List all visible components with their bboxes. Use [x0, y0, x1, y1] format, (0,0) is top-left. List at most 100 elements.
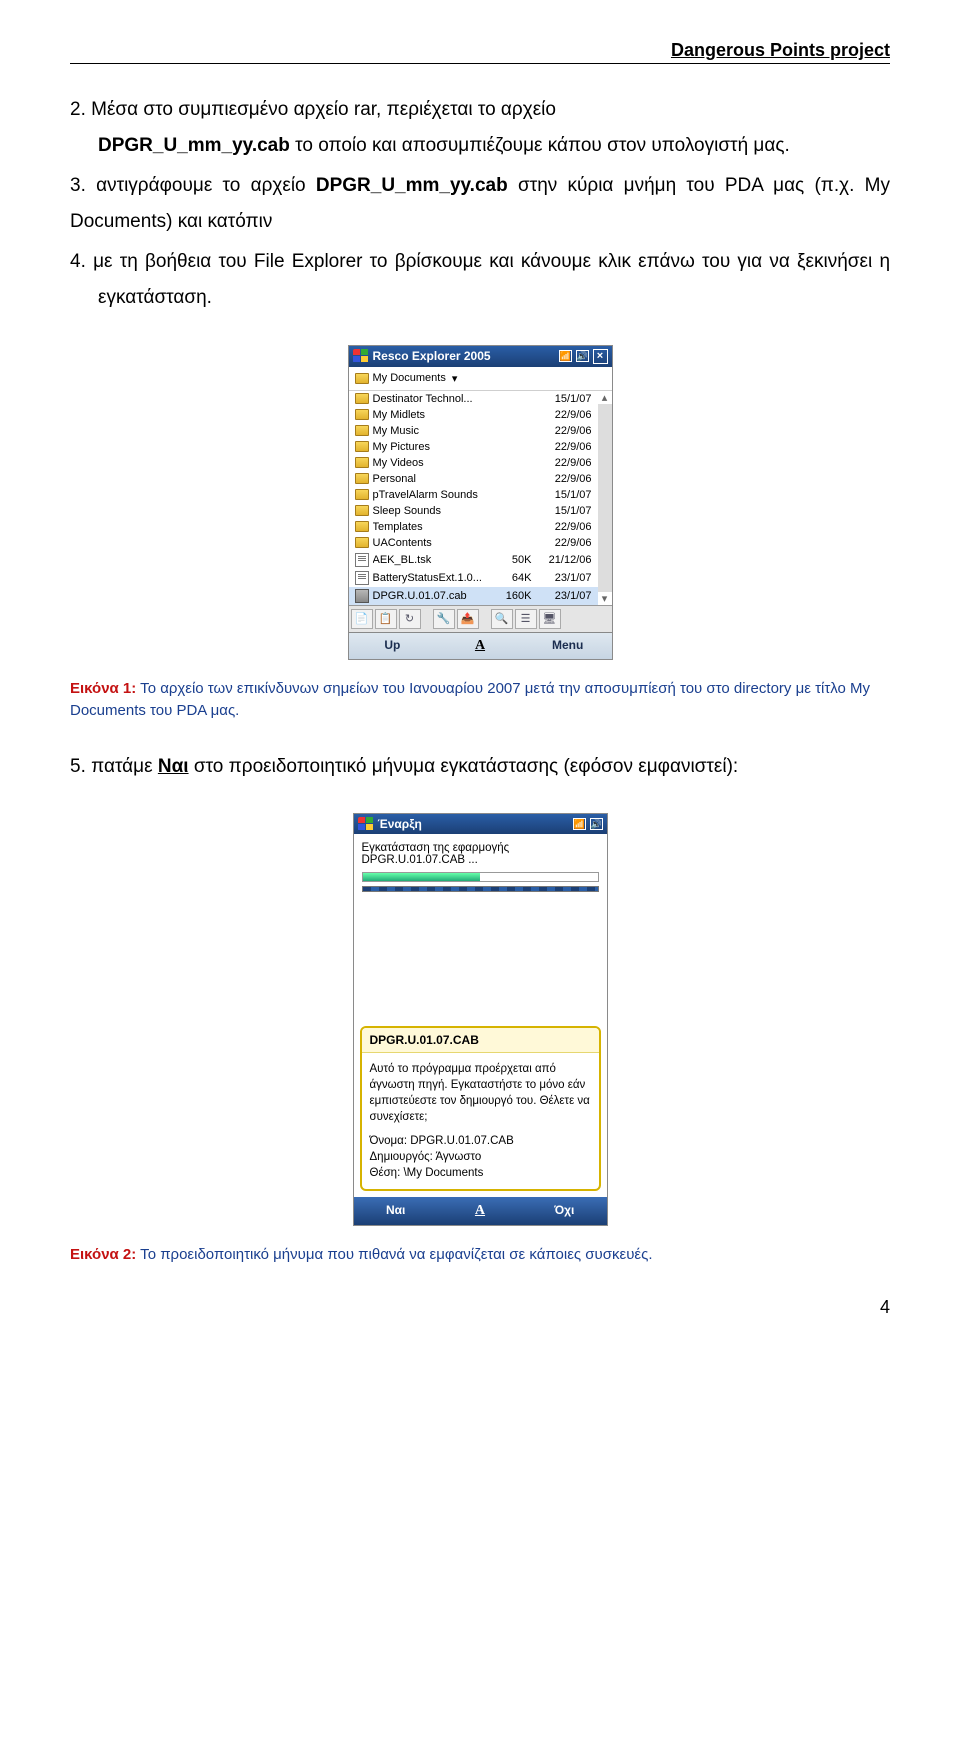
folder-icon: [355, 537, 369, 548]
file-row[interactable]: pTravelAlarm Sounds15/1/07: [349, 487, 598, 503]
body-item-4: 4. με τη βοήθεια του File Explorer το βρ…: [70, 244, 890, 316]
file-name: My Music: [373, 425, 498, 437]
file-row[interactable]: Templates 22/9/06: [349, 519, 598, 535]
folder-icon: [355, 441, 369, 452]
tb-view-button[interactable]: ☰: [515, 609, 537, 629]
speaker-icon[interactable]: 🔊: [576, 350, 589, 362]
yes-button[interactable]: Ναι: [354, 1203, 438, 1219]
fig1-lead: Εικόνα 1:: [70, 680, 136, 697]
fig1-caption: Εικόνα 1: Το αρχείο των επικίνδυνων σημε…: [70, 678, 890, 723]
folder-icon: [355, 373, 369, 384]
file-name: UAContents: [373, 537, 498, 549]
sip-keyboard-icon[interactable]: A: [475, 1203, 485, 1218]
body-item-2: 2. Μέσα στο συμπιεσμένο αρχείο rar, περι…: [70, 92, 890, 164]
file-name: My Midlets: [373, 409, 498, 421]
file-size: 160K: [502, 590, 536, 602]
tb-pc-button[interactable]: 🖥: [539, 609, 561, 629]
file-date: 22/9/06: [540, 537, 592, 549]
menubar2: Ναι A Όχι: [354, 1197, 607, 1225]
num-5: 5.: [70, 756, 91, 777]
cab-icon: [355, 589, 369, 603]
file-date: 15/1/07: [540, 505, 592, 517]
file-row[interactable]: My Music 22/9/06: [349, 423, 598, 439]
speaker-icon[interactable]: 🔊: [590, 818, 603, 830]
t2a: Μέσα στο συμπιεσμένο αρχείο rar, περιέχε…: [91, 99, 556, 120]
file-name: Templates: [373, 521, 498, 533]
fig1-titlebar: Resco Explorer 2005 📶 🔊 ×: [349, 346, 612, 367]
tb-send-button[interactable]: 📤: [457, 609, 479, 629]
file-name: Destinator Technol...: [373, 393, 498, 405]
tb-find-button[interactable]: 🔍: [491, 609, 513, 629]
mb-up-button[interactable]: Up: [349, 638, 437, 654]
file-row[interactable]: UAContents 22/9/06: [349, 535, 598, 551]
file-row[interactable]: Destinator Technol...15/1/07: [349, 391, 598, 407]
fig1-screenshot: Resco Explorer 2005 📶 🔊 × My Documents ▾…: [348, 345, 613, 660]
start-flag-icon[interactable]: [353, 349, 369, 363]
file-row[interactable]: BatteryStatusExt.1.0...64K23/1/07: [349, 569, 598, 587]
tb-copy-button[interactable]: 📄: [351, 609, 373, 629]
folder-icon: [355, 505, 369, 516]
signal-icon[interactable]: 📶: [559, 350, 572, 362]
fig2-screenshot: Έναρξη 📶 🔊 Εγκατάσταση της εφαρμογής DPG…: [353, 813, 608, 1227]
file-row-selected[interactable]: DPGR.U.01.07.cab160K23/1/07: [349, 587, 598, 605]
file-row[interactable]: My Pictures 22/9/06: [349, 439, 598, 455]
file-name: My Pictures: [373, 441, 498, 453]
warn-loc-label: Θέση:: [370, 1167, 404, 1179]
t5a: πατάμε: [91, 756, 158, 777]
no-button[interactable]: Όχι: [522, 1203, 606, 1219]
start-flag-icon[interactable]: [358, 817, 374, 831]
file-name: Sleep Sounds: [373, 505, 498, 517]
body-item-3: 3. αντιγράφουμε το αρχείο DPGR_U_mm_yy.c…: [70, 168, 890, 240]
scrollbar[interactable]: ▴ ▾: [598, 391, 612, 605]
current-path: My Documents: [373, 372, 446, 384]
file-row[interactable]: Personal22/9/06: [349, 471, 598, 487]
body-item-5: 5. πατάμε Ναι στο προειδοποιητικό μήνυμα…: [70, 749, 890, 785]
t5b: στο προειδοποιητικό μήνυμα εγκατάστασης …: [189, 756, 739, 777]
path-bar[interactable]: My Documents ▾: [349, 367, 612, 391]
document-icon: [355, 553, 369, 567]
folder-icon: [355, 393, 369, 404]
sip-keyboard-icon[interactable]: A: [475, 638, 485, 653]
fig2-text: Το προειδοποιητικό μήνυμα που πιθανά να …: [136, 1246, 652, 1263]
file-name: My Videos: [373, 457, 498, 469]
signal-icon[interactable]: 📶: [573, 818, 586, 830]
file-row[interactable]: My Midlets22/9/06: [349, 407, 598, 423]
file-row[interactable]: AEK_BL.tsk50K21/12/06: [349, 551, 598, 569]
folder-icon: [355, 409, 369, 420]
fig2-title: Έναρξη: [378, 817, 422, 831]
page-number: 4: [70, 1297, 890, 1318]
t5bold: Ναι: [158, 756, 189, 777]
file-name: AEK_BL.tsk: [373, 554, 498, 566]
tb-refresh-button[interactable]: ↻: [399, 609, 421, 629]
document-icon: [355, 571, 369, 585]
file-date: 22/9/06: [540, 457, 592, 469]
scroll-down-icon[interactable]: ▾: [598, 592, 612, 605]
file-date: 22/9/06: [540, 441, 592, 453]
file-row[interactable]: My Videos 22/9/06: [349, 455, 598, 471]
tb-props-button[interactable]: 🔧: [433, 609, 455, 629]
warning-body-text: Αυτό το πρόγραμμα προέρχεται από άγνωστη…: [370, 1061, 591, 1125]
fig1-title: Resco Explorer 2005: [373, 349, 555, 363]
code3: DPGR_U_mm_yy.cab: [316, 175, 508, 196]
code1: DPGR_U_mm_yy.cab: [98, 135, 290, 156]
file-date: 23/1/07: [540, 572, 592, 584]
file-date: 22/9/06: [540, 521, 592, 533]
file-name: DPGR.U.01.07.cab: [373, 590, 498, 602]
tb-paste-button[interactable]: 📋: [375, 609, 397, 629]
warn-name: DPGR.U.01.07.CAB: [410, 1135, 514, 1147]
fig2-caption: Εικόνα 2: Το προειδοποιητικό μήνυμα που …: [70, 1244, 890, 1267]
file-row[interactable]: Sleep Sounds 15/1/07: [349, 503, 598, 519]
mb-menu-button[interactable]: Menu: [524, 638, 612, 654]
scroll-up-icon[interactable]: ▴: [598, 391, 612, 404]
header-project: Dangerous Points project: [70, 40, 890, 64]
folder-icon: [355, 489, 369, 500]
file-date: 22/9/06: [540, 425, 592, 437]
file-size: 64K: [502, 572, 536, 584]
close-icon[interactable]: ×: [593, 349, 608, 364]
folder-icon: [355, 425, 369, 436]
file-date: 15/1/07: [540, 489, 592, 501]
t2b: το οποίο και αποσυμπιέζουμε κάπου στον υ…: [290, 135, 790, 156]
dropdown-arrow-icon[interactable]: ▾: [452, 372, 458, 385]
t3a: αντιγράφουμε το αρχείο: [96, 175, 316, 196]
install-text: Εγκατάσταση της εφαρμογής DPGR.U.01.07.C…: [362, 842, 599, 866]
